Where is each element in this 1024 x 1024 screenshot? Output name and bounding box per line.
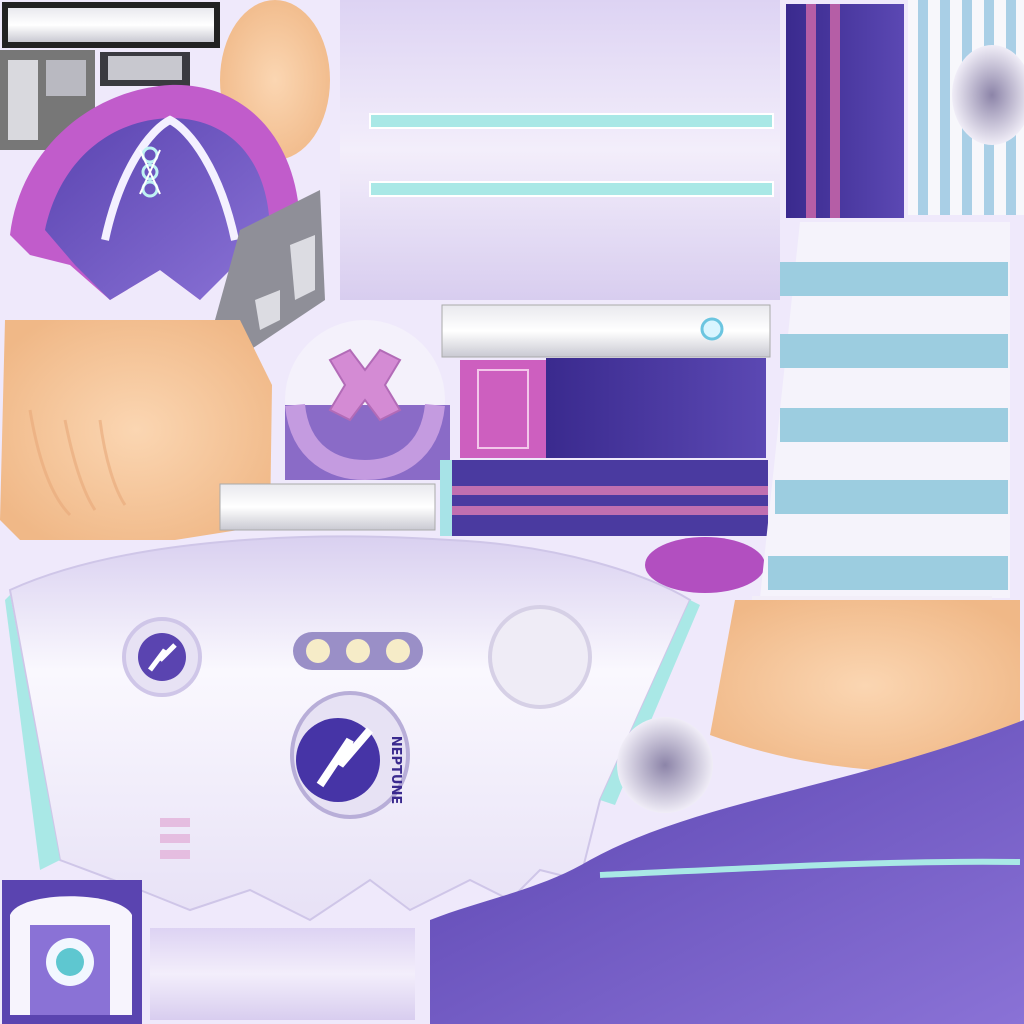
emblem-right-empty (488, 605, 592, 709)
striped-band (440, 460, 768, 536)
metal-bar-top (2, 2, 220, 48)
lavender-patch-bottom (150, 928, 415, 1020)
deep-purple-block (546, 358, 766, 458)
purple-striped-panel (786, 4, 904, 218)
emblem-tab (2, 880, 142, 1024)
emblem-center: NEPTUNE (290, 691, 410, 819)
striped-stocking (760, 222, 1010, 598)
lavender-panel-top (340, 0, 780, 300)
magenta-block (460, 360, 546, 458)
white-blue-stripes-top (908, 0, 1024, 215)
texture-atlas: NEPTUNE (0, 0, 1024, 1024)
socket-piece (617, 717, 713, 813)
cross-emblem (285, 320, 450, 481)
magenta-oval (645, 537, 765, 593)
emblem-text: NEPTUNE (388, 736, 403, 804)
button-row (293, 632, 423, 670)
